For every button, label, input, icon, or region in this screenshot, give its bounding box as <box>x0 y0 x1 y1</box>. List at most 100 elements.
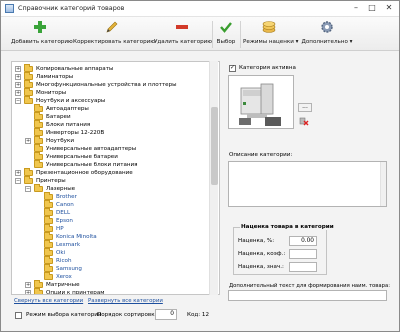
tree-item[interactable]: Canon <box>12 200 209 209</box>
tree-item[interactable]: Универсальные батареи <box>12 152 209 161</box>
expand-icon[interactable]: + <box>25 282 31 288</box>
select-mode-checkbox[interactable] <box>15 312 22 319</box>
tree-scrollbar[interactable] <box>209 61 218 295</box>
expand-icon[interactable]: + <box>15 82 21 88</box>
title-bar: Справочник категорий товаров – □ ✕ <box>1 1 399 17</box>
tree-item-label: Блоки питания <box>46 122 91 128</box>
tree-item[interactable]: Универсальные блоки питания <box>12 160 209 169</box>
scrollbar-thumb[interactable] <box>211 107 218 185</box>
tree-item-label: Ноутбуки <box>46 138 74 144</box>
tree-item[interactable]: + Презентационное оборудование <box>12 168 209 177</box>
tree-item[interactable]: Lexmark <box>12 240 209 249</box>
tree-item[interactable]: + Многофункциональные устройства и плотте… <box>12 80 209 89</box>
extra-text-input[interactable] <box>228 290 387 301</box>
expand-icon[interactable]: + <box>15 90 21 96</box>
description-scrollbar[interactable] <box>380 162 386 206</box>
collapse-all-link[interactable]: Свернуть все категории <box>14 298 83 304</box>
description-textarea[interactable] <box>228 161 387 207</box>
tree-item-label: Brother <box>56 194 77 200</box>
more-options-button[interactable]: Дополнительно ▾ <box>299 20 355 49</box>
tree-item[interactable]: Блоки питания <box>12 120 209 129</box>
tree-item[interactable]: + Матричные <box>12 280 209 289</box>
tree-item[interactable]: + Мониторы <box>12 88 209 97</box>
tree-item-label: Универсальные блоки питания <box>46 162 138 168</box>
tree-item-label: Canon <box>56 202 74 208</box>
category-active-checkbox[interactable] <box>229 64 236 72</box>
tree-item[interactable]: Универсальные автоадаптеры <box>12 144 209 153</box>
tree-item-label: Samsung <box>56 266 82 272</box>
tree-item[interactable]: − Ноутбуки и аксессуары <box>12 96 209 105</box>
tree-item[interactable]: + Опции к принтерам <box>12 288 209 294</box>
expand-all-link[interactable]: Развернуть все категории <box>88 298 163 304</box>
expand-icon[interactable]: + <box>15 74 21 80</box>
collapse-icon[interactable]: − <box>15 178 21 184</box>
tree-item[interactable]: − Принтеры <box>12 176 209 185</box>
expand-icon[interactable]: + <box>25 138 31 144</box>
toolbar: Добавить категорию Корректировать катего… <box>1 17 399 51</box>
tree-item[interactable]: + Копировальные аппараты <box>12 64 209 73</box>
tree-item-label: Копировальные аппараты <box>36 66 114 72</box>
tree-item[interactable]: HP <box>12 224 209 233</box>
pencil-icon <box>105 20 119 34</box>
tree-item-label: Ricoh <box>56 258 72 264</box>
tree-item-label: Автоадаптеры <box>46 106 89 112</box>
category-image <box>228 75 294 129</box>
markup-percent-label: Наценка, %: <box>238 238 275 244</box>
tree-item-label: DELL <box>56 210 71 216</box>
tree-item-label: Ламинаторы <box>36 74 74 80</box>
delete-category-button[interactable]: Удалить категорию <box>154 20 212 49</box>
maximize-button[interactable]: □ <box>365 1 379 15</box>
category-tree[interactable]: + Копировальные аппараты + Ламинаторы + Много… <box>11 61 220 295</box>
tree-item[interactable]: Xerox <box>12 272 209 281</box>
collapse-icon[interactable]: − <box>15 98 21 104</box>
window-title: Справочник категорий товаров <box>18 4 125 12</box>
select-button[interactable]: Выбор <box>215 20 237 49</box>
select-mode-label: Режим выбора категорий <box>26 312 102 318</box>
tree-item[interactable]: + Ноутбуки <box>12 136 209 145</box>
folder-icon <box>24 96 33 104</box>
close-button[interactable]: ✕ <box>382 1 396 15</box>
tree-item[interactable]: − Лазерные <box>12 184 209 193</box>
edit-category-button[interactable]: Корректировать категорию <box>73 20 155 49</box>
checkmark-icon <box>219 20 233 34</box>
tree-item[interactable]: Автоадаптеры <box>12 104 209 113</box>
markup-coef-input[interactable] <box>289 249 317 259</box>
description-label: Описание категории: <box>229 152 293 158</box>
tree-item-label: Xerox <box>56 274 72 280</box>
markup-value-label: Наценка, знач.: <box>238 264 284 270</box>
tree-item-label: Инверторы 12-220В <box>46 130 105 136</box>
folder-icon <box>34 288 43 294</box>
folder-icon <box>24 176 33 184</box>
tree-item[interactable]: DELL <box>12 208 209 217</box>
markup-modes-button[interactable]: Режимы наценки ▾ <box>243 20 299 49</box>
tree-item[interactable]: Oki <box>12 248 209 257</box>
folder-icon <box>44 272 53 280</box>
collapse-icon[interactable]: − <box>25 186 31 192</box>
tree-item[interactable]: Батареи <box>12 112 209 121</box>
tree-item-label: Батареи <box>46 114 71 120</box>
tree-item-label: Lexmark <box>56 242 81 248</box>
toolbar-separator <box>212 21 213 48</box>
expand-icon[interactable]: + <box>15 66 21 72</box>
tree-item[interactable]: Samsung <box>12 264 209 273</box>
markup-group-title: Наценка товара в категории <box>240 224 335 230</box>
tree-item[interactable]: Konica Minolta <box>12 232 209 241</box>
add-category-button[interactable]: Добавить категорию <box>11 20 73 49</box>
sort-order-input[interactable]: 0 <box>155 309 177 320</box>
tree-item-label: Принтеры <box>36 178 66 184</box>
delete-image-icon[interactable] <box>299 117 309 126</box>
tree-item[interactable]: Инверторы 12-220В <box>12 128 209 137</box>
expand-icon[interactable]: + <box>15 170 21 176</box>
tree-item[interactable]: Epson <box>12 216 209 225</box>
markup-value-input[interactable] <box>289 262 317 272</box>
expand-icon[interactable]: + <box>25 290 31 294</box>
tree-item[interactable]: + Ламинаторы <box>12 72 209 81</box>
image-browse-button[interactable]: ... <box>298 103 312 112</box>
extra-text-label: Дополнительный текст для формирования на… <box>229 283 391 289</box>
add-category-label: Добавить категорию <box>11 39 73 45</box>
minimize-button[interactable]: – <box>349 1 363 15</box>
markup-percent-input[interactable]: 0.00 <box>289 236 317 246</box>
markup-modes-label: Режимы наценки ▾ <box>243 39 299 45</box>
tree-item[interactable]: Ricoh <box>12 256 209 265</box>
tree-item[interactable]: Brother <box>12 192 209 201</box>
